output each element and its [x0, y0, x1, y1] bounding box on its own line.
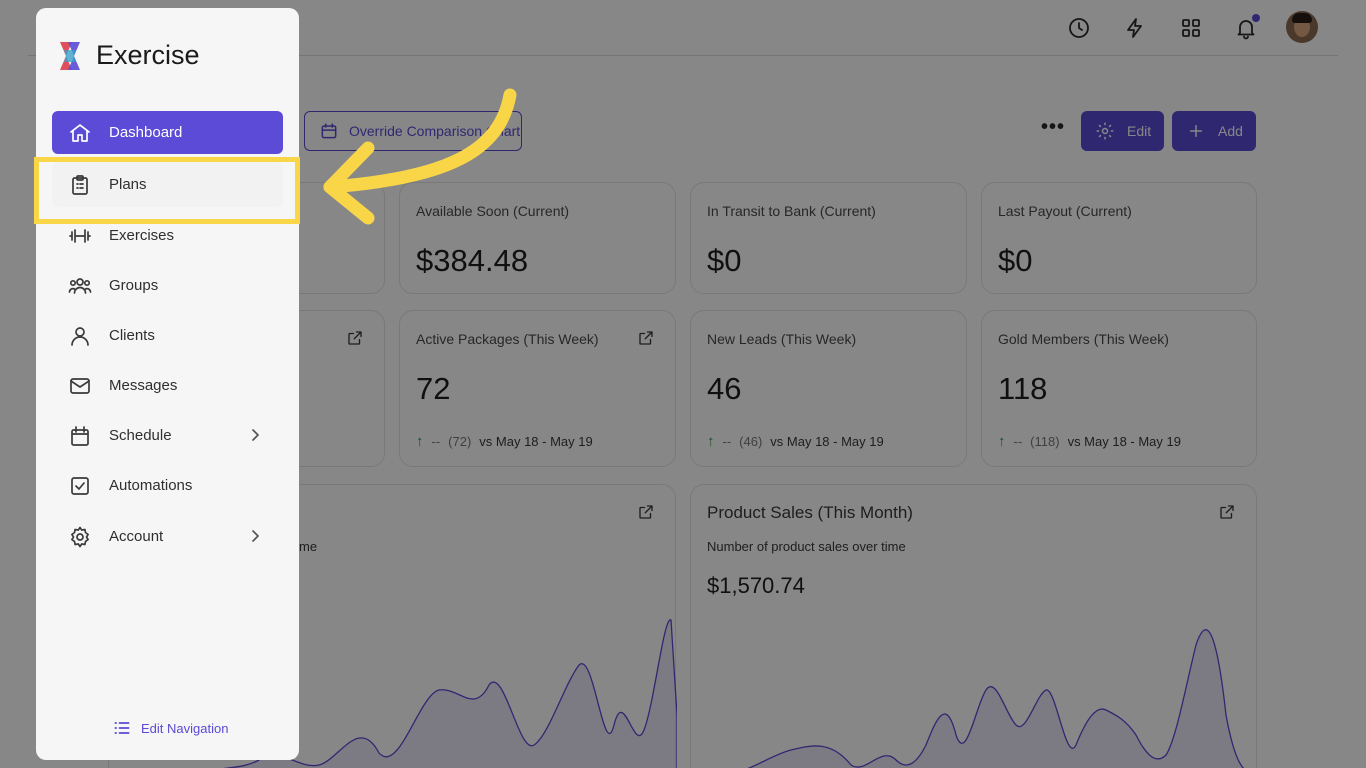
callout-arrow-icon — [323, 88, 517, 225]
